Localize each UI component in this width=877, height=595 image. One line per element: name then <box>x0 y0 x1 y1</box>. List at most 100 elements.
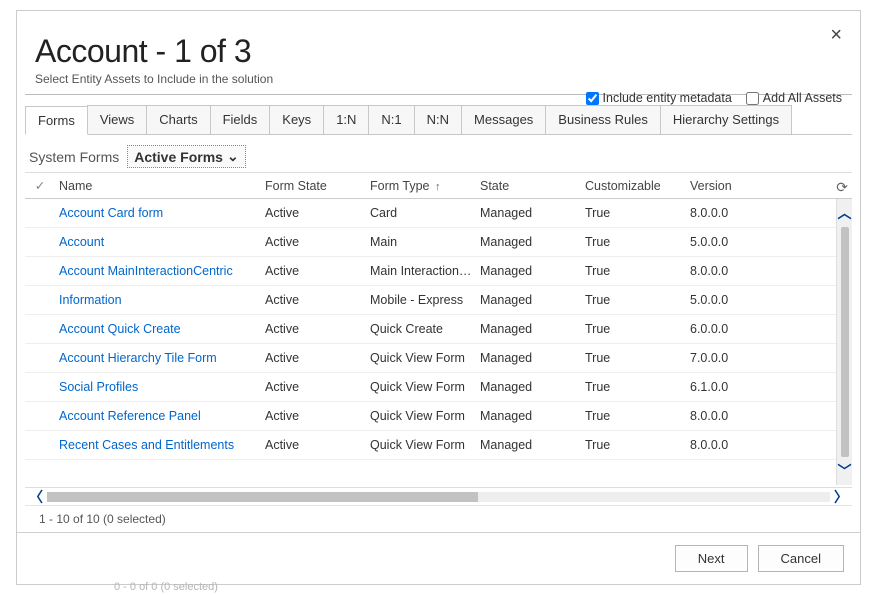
table-row[interactable]: Social ProfilesActiveQuick View FormMana… <box>25 373 852 402</box>
row-state: Managed <box>480 206 585 220</box>
grid: ✓ Name Form State Form Type ↑ State Cust… <box>17 172 860 532</box>
include-metadata-checkbox[interactable] <box>586 92 599 105</box>
scroll-left-icon[interactable]: 〈 <box>25 487 47 507</box>
col-name-header[interactable]: Name <box>55 179 265 193</box>
sort-ascending-icon: ↑ <box>435 181 441 193</box>
row-form-type: Quick View Form <box>370 351 480 365</box>
row-version: 8.0.0.0 <box>690 409 770 423</box>
col-version-header[interactable]: Version <box>690 179 770 193</box>
row-state: Managed <box>480 293 585 307</box>
table-row[interactable]: Account Quick CreateActiveQuick CreateMa… <box>25 315 852 344</box>
tab-views[interactable]: Views <box>87 105 147 134</box>
row-form-state: Active <box>265 351 370 365</box>
filter-row: System Forms Active Forms ⌄ <box>17 135 860 172</box>
include-metadata-option[interactable]: Include entity metadata <box>586 91 732 105</box>
row-name-link[interactable]: Account <box>55 235 265 249</box>
table-row[interactable]: Recent Cases and EntitlementsActiveQuick… <box>25 431 852 460</box>
tab-n-1[interactable]: N:1 <box>368 105 414 134</box>
row-form-state: Active <box>265 322 370 336</box>
tab-bar: FormsViewsChartsFieldsKeys1:NN:1N:NMessa… <box>17 105 860 134</box>
table-row[interactable]: InformationActiveMobile - ExpressManaged… <box>25 286 852 315</box>
filter-dropdown[interactable]: Active Forms ⌄ <box>127 145 245 168</box>
scroll-down-icon[interactable]: ﹀ <box>838 461 852 481</box>
hscroll-track[interactable] <box>47 492 830 502</box>
add-all-assets-label: Add All Assets <box>763 91 842 105</box>
add-all-assets-checkbox[interactable] <box>746 92 759 105</box>
next-button[interactable]: Next <box>675 545 748 572</box>
row-form-state: Active <box>265 264 370 278</box>
dialog-header: Account - 1 of 3 Select Entity Assets to… <box>17 11 860 94</box>
refresh-icon[interactable]: ⟳ <box>836 179 848 196</box>
col-customizable-header[interactable]: Customizable <box>585 179 690 193</box>
scroll-right-icon[interactable]: 〉 <box>830 487 852 507</box>
col-formstate-header[interactable]: Form State <box>265 179 370 193</box>
table-row[interactable]: AccountActiveMainManagedTrue5.0.0.0 <box>25 228 852 257</box>
row-version: 7.0.0.0 <box>690 351 770 365</box>
col-formtype-label: Form Type <box>370 179 430 193</box>
row-state: Managed <box>480 235 585 249</box>
hscroll-thumb[interactable] <box>47 492 478 502</box>
table-row[interactable]: Account Hierarchy Tile FormActiveQuick V… <box>25 344 852 373</box>
tab-messages[interactable]: Messages <box>461 105 546 134</box>
row-form-state: Active <box>265 206 370 220</box>
row-state: Managed <box>480 409 585 423</box>
row-form-state: Active <box>265 438 370 452</box>
filter-selected-value: Active Forms <box>134 149 223 165</box>
table-row[interactable]: Account Card formActiveCardManagedTrue8.… <box>25 199 852 228</box>
table-row[interactable]: Account Reference PanelActiveQuick View … <box>25 402 852 431</box>
grid-body: Account Card formActiveCardManagedTrue8.… <box>25 199 852 485</box>
col-state-header[interactable]: State <box>480 179 585 193</box>
row-customizable: True <box>585 351 690 365</box>
row-name-link[interactable]: Account Quick Create <box>55 322 265 336</box>
tab-1-n[interactable]: 1:N <box>323 105 369 134</box>
col-check-header[interactable]: ✓ <box>25 178 55 193</box>
row-form-type: Mobile - Express <box>370 293 480 307</box>
row-name-link[interactable]: Recent Cases and Entitlements <box>55 438 265 452</box>
add-all-assets-option[interactable]: Add All Assets <box>746 91 842 105</box>
row-form-type: Quick View Form <box>370 380 480 394</box>
row-state: Managed <box>480 380 585 394</box>
scroll-up-icon[interactable]: ︿ <box>838 203 852 223</box>
page-subtitle: Select Entity Assets to Include in the s… <box>35 72 842 86</box>
cancel-button[interactable]: Cancel <box>758 545 844 572</box>
row-state: Managed <box>480 351 585 365</box>
row-form-type: Quick View Form <box>370 409 480 423</box>
tab-keys[interactable]: Keys <box>269 105 324 134</box>
row-version: 8.0.0.0 <box>690 264 770 278</box>
row-name-link[interactable]: Account MainInteractionCentric <box>55 264 265 278</box>
tab-business-rules[interactable]: Business Rules <box>545 105 661 134</box>
row-name-link[interactable]: Social Profiles <box>55 380 265 394</box>
row-customizable: True <box>585 322 690 336</box>
row-name-link[interactable]: Account Hierarchy Tile Form <box>55 351 265 365</box>
row-customizable: True <box>585 235 690 249</box>
vertical-scrollbar[interactable]: ︿ ﹀ <box>836 199 852 485</box>
table-row[interactable]: Account MainInteractionCentricActiveMain… <box>25 257 852 286</box>
grid-header: ✓ Name Form State Form Type ↑ State Cust… <box>25 172 852 199</box>
include-metadata-label: Include entity metadata <box>603 91 732 105</box>
row-form-type: Main <box>370 235 480 249</box>
horizontal-scrollbar[interactable]: 〈 〉 <box>25 487 852 505</box>
tab-fields[interactable]: Fields <box>210 105 271 134</box>
row-customizable: True <box>585 380 690 394</box>
chevron-down-icon: ⌄ <box>227 148 239 165</box>
tab-n-n[interactable]: N:N <box>414 105 462 134</box>
row-name-link[interactable]: Account Card form <box>55 206 265 220</box>
row-form-type: Quick Create <box>370 322 480 336</box>
scroll-thumb[interactable] <box>841 227 849 457</box>
col-formtype-header[interactable]: Form Type ↑ <box>370 179 480 193</box>
close-button[interactable]: × <box>830 25 842 45</box>
tab-charts[interactable]: Charts <box>146 105 210 134</box>
row-form-state: Active <box>265 235 370 249</box>
row-version: 5.0.0.0 <box>690 293 770 307</box>
tab-hierarchy-settings[interactable]: Hierarchy Settings <box>660 105 792 134</box>
row-version: 8.0.0.0 <box>690 438 770 452</box>
background-status-text: 0 - 0 of 0 (0 selected) <box>114 581 218 593</box>
status-bar: 1 - 10 of 10 (0 selected) <box>25 505 852 532</box>
row-customizable: True <box>585 293 690 307</box>
row-form-type: Card <box>370 206 480 220</box>
row-customizable: True <box>585 438 690 452</box>
row-name-link[interactable]: Account Reference Panel <box>55 409 265 423</box>
row-name-link[interactable]: Information <box>55 293 265 307</box>
tab-forms[interactable]: Forms <box>25 106 88 135</box>
row-form-type: Quick View Form <box>370 438 480 452</box>
